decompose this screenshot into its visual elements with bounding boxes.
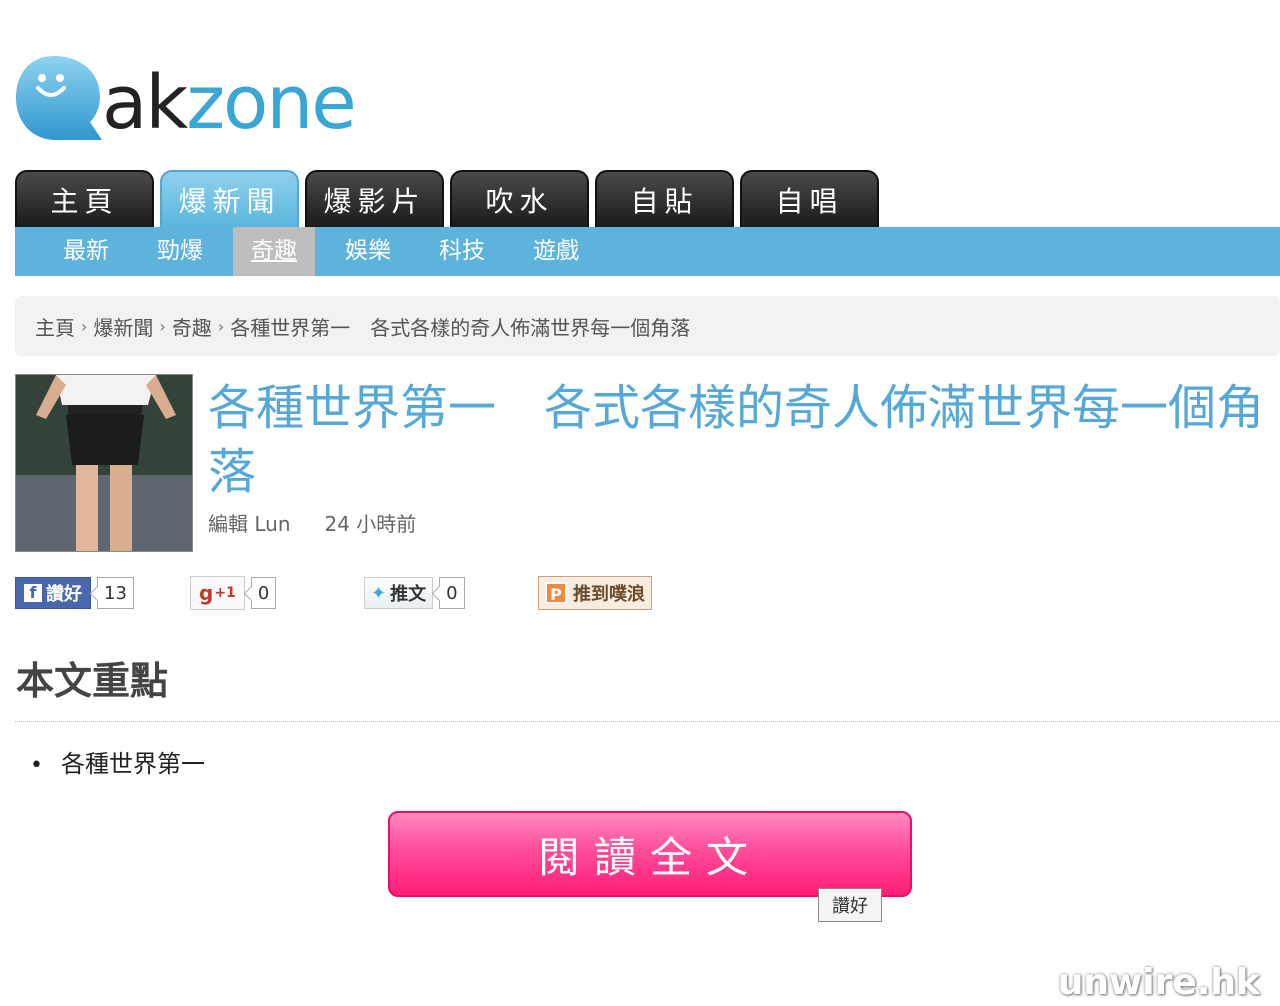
- tab-home[interactable]: 主頁: [15, 170, 154, 227]
- logo-ak-text: ak: [102, 60, 188, 146]
- watermark: unwire.hk: [1057, 962, 1260, 1003]
- article-time: 24 小時前: [324, 512, 417, 536]
- tweet-button[interactable]: ✦ 推文: [364, 577, 434, 609]
- site-logo[interactable]: akzone: [14, 52, 394, 152]
- article-author: 編輯 Lun: [208, 512, 291, 536]
- tab-chat[interactable]: 吹水: [450, 170, 589, 227]
- summary-divider: [15, 721, 1280, 722]
- gplus-button[interactable]: g +1: [190, 576, 245, 610]
- facebook-like-button[interactable]: f 讚好: [15, 577, 91, 609]
- breadcrumb-curious[interactable]: 奇趣: [172, 312, 212, 341]
- tab-self-post[interactable]: 自貼: [595, 170, 734, 227]
- breadcrumb-separator: ›: [81, 316, 88, 336]
- tab-hot-news[interactable]: 爆新聞: [160, 170, 299, 227]
- sub-nav-latest[interactable]: 最新: [45, 227, 127, 276]
- tab-hot-videos[interactable]: 爆影片: [305, 170, 444, 227]
- main-nav-tabs: 主頁 爆新聞 爆影片 吹水 自貼 自唱: [15, 170, 879, 227]
- gplus-suffix: +1: [214, 585, 236, 601]
- logo-wordmark: akzone: [102, 58, 357, 148]
- breadcrumb-hot-news[interactable]: 爆新聞: [93, 312, 153, 341]
- gplus-count: 0: [250, 577, 277, 609]
- gplus-icon: g: [199, 581, 214, 605]
- summary-item: 各種世界第一: [30, 744, 205, 779]
- breadcrumb-separator: ›: [159, 316, 166, 336]
- summary-list: 各種世界第一: [30, 744, 205, 779]
- read-full-article-button[interactable]: 閱讀全文: [388, 811, 912, 897]
- breadcrumb-separator: ›: [217, 316, 225, 336]
- twitter-widget: ✦ 推文 0: [364, 575, 465, 611]
- twitter-bird-icon: ✦: [371, 582, 387, 604]
- breadcrumb: 主頁 › 爆新聞 › 奇趣 › 各種世界第一 各式各樣的奇人佈滿世界每一個角落: [15, 296, 1280, 356]
- plurk-icon: P: [545, 582, 567, 604]
- thumbnail-image: [16, 375, 192, 551]
- plurk-label: 推到噗浪: [573, 584, 645, 605]
- article-thumbnail[interactable]: [15, 374, 193, 552]
- sub-nav-games[interactable]: 遊戲: [515, 227, 597, 276]
- tweet-label: 推文: [390, 584, 427, 605]
- article-title: 各種世界第一 各式各樣的奇人佈滿世界每一個角落: [208, 380, 1265, 500]
- facebook-like-widget: f 讚好 13: [15, 575, 134, 611]
- sub-nav-explosive[interactable]: 勁爆: [139, 227, 221, 276]
- sub-nav-tech[interactable]: 科技: [421, 227, 503, 276]
- breadcrumb-current: 各種世界第一 各式各樣的奇人佈滿世界每一個角落: [230, 315, 691, 340]
- sub-nav-entertainment[interactable]: 娛樂: [327, 227, 409, 276]
- sub-nav-bar: 最新 勁爆 奇趣 娛樂 科技 遊戲: [15, 227, 1280, 276]
- breadcrumb-home[interactable]: 主頁: [35, 312, 75, 341]
- gplus-widget: g +1 0: [190, 575, 277, 611]
- logo-zone-text: zone: [186, 60, 357, 146]
- like-tooltip: 讚好: [818, 888, 882, 922]
- article-meta: 編輯 Lun 24 小時前: [208, 508, 416, 537]
- facebook-like-label: 讚好: [46, 584, 82, 605]
- plurk-widget: P 推到噗浪: [538, 575, 652, 611]
- facebook-like-count: 13: [97, 577, 134, 609]
- tab-self-sing[interactable]: 自唱: [740, 170, 879, 227]
- tweet-count: 0: [439, 577, 465, 609]
- ghost-mascot-icon: [16, 56, 102, 140]
- plurk-button[interactable]: P 推到噗浪: [538, 576, 652, 610]
- summary-heading: 本文重點: [16, 659, 169, 703]
- facebook-icon: f: [24, 584, 42, 602]
- sub-nav-curious[interactable]: 奇趣: [233, 227, 315, 276]
